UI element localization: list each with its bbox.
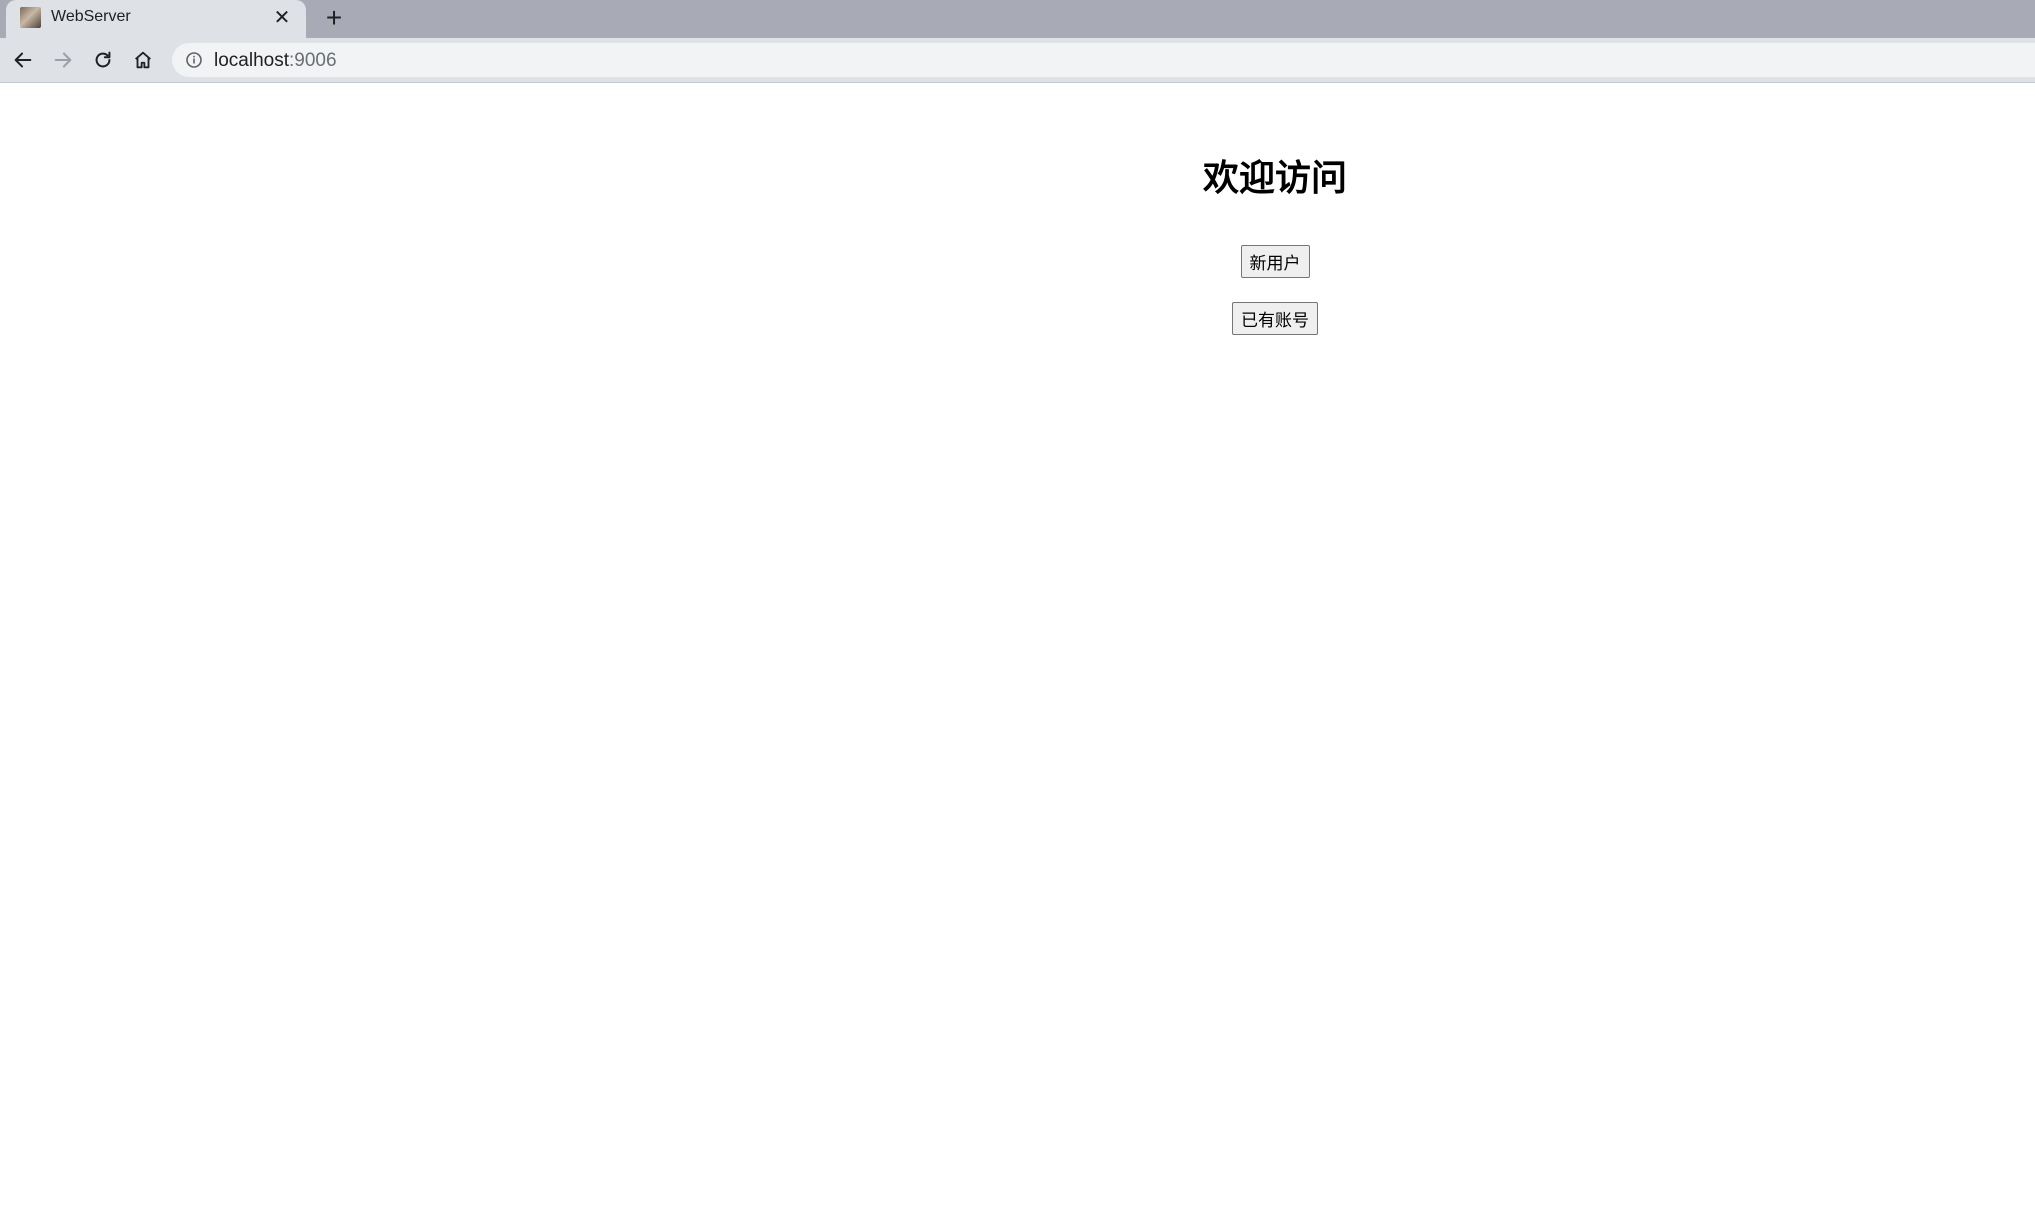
- home-button[interactable]: [126, 43, 160, 77]
- url-text[interactable]: localhost:9006: [214, 50, 337, 72]
- arrow-left-icon: [14, 52, 32, 68]
- arrow-right-icon: [54, 52, 72, 68]
- back-button[interactable]: [6, 43, 40, 77]
- home-icon: [135, 51, 151, 69]
- tab-title: WebServer: [51, 8, 131, 25]
- reload-icon: [95, 51, 111, 68]
- existing-account-row: 已有账号: [0, 302, 2035, 335]
- browser-tab[interactable]: WebServer ✕: [6, 0, 306, 38]
- new-user-row: 新用户: [0, 245, 2035, 278]
- address-bar[interactable]: localhost:9006: [172, 43, 2035, 77]
- info-icon[interactable]: [185, 51, 203, 69]
- new-tab-button[interactable]: +: [318, 2, 350, 34]
- site-favicon-icon: [20, 7, 41, 28]
- browser-toolbar: localhost:9006: [0, 38, 2035, 83]
- close-tab-icon[interactable]: ✕: [270, 6, 294, 30]
- page-content: 欢迎访问 新用户 已有账号: [0, 83, 2035, 1212]
- url-host: localhost: [214, 50, 289, 71]
- new-user-button[interactable]: 新用户: [1240, 245, 1310, 278]
- existing-account-button[interactable]: 已有账号: [1232, 302, 1318, 335]
- tab-strip: WebServer ✕ +: [0, 0, 2035, 38]
- page-title: 欢迎访问: [1202, 158, 1347, 199]
- url-port: :9006: [289, 50, 337, 71]
- reload-button[interactable]: [86, 43, 120, 77]
- forward-button[interactable]: [46, 43, 80, 77]
